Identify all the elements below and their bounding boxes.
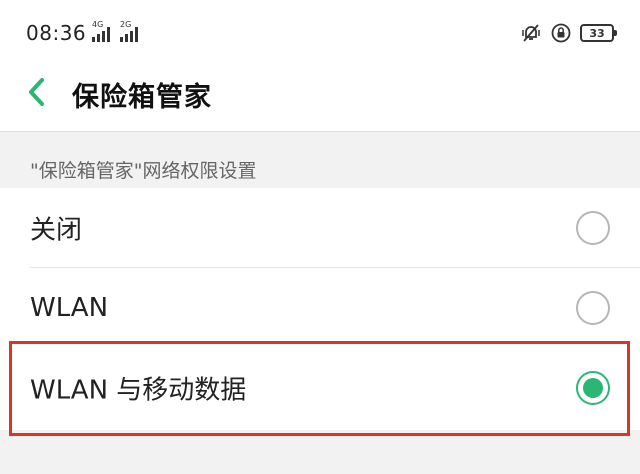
radio-button[interactable]: [576, 291, 610, 325]
option-off[interactable]: 关闭: [0, 188, 640, 268]
option-wlan-and-mobile-data[interactable]: WLAN 与移动数据: [0, 348, 640, 428]
bell-off-icon: [520, 22, 542, 44]
battery-icon: 33: [580, 24, 617, 42]
back-button[interactable]: [24, 74, 50, 110]
option-label: 关闭: [30, 215, 83, 246]
signal-strength-icon: 2G: [120, 20, 146, 42]
chevron-left-icon: [29, 78, 44, 106]
option-label: WLAN: [30, 293, 109, 323]
status-icons: 33: [520, 22, 617, 44]
network-permission-options: 关闭 WLAN WLAN 与移动数据: [0, 188, 640, 430]
radio-button-selected[interactable]: [576, 371, 610, 405]
signal-strength-icon: 4G: [92, 20, 118, 42]
status-bar: 08:36 4G 2G 33: [0, 0, 640, 62]
top-bar: 08:36 4G 2G 33 保险箱管家: [0, 0, 640, 132]
page-title: 保险箱管家: [72, 82, 212, 113]
app-header: 保险箱管家: [0, 62, 640, 132]
option-wlan[interactable]: WLAN: [0, 268, 640, 348]
option-label: WLAN 与移动数据: [30, 375, 247, 406]
status-time: 08:36: [26, 21, 87, 45]
section-header: "保险箱管家"网络权限设置: [30, 160, 257, 182]
rotation-lock-icon: [550, 22, 572, 44]
radio-button[interactable]: [576, 211, 610, 245]
screen: 08:36 4G 2G 33 保险箱管家 "保险箱管家"网络权限设置 关闭 WL…: [0, 0, 640, 474]
